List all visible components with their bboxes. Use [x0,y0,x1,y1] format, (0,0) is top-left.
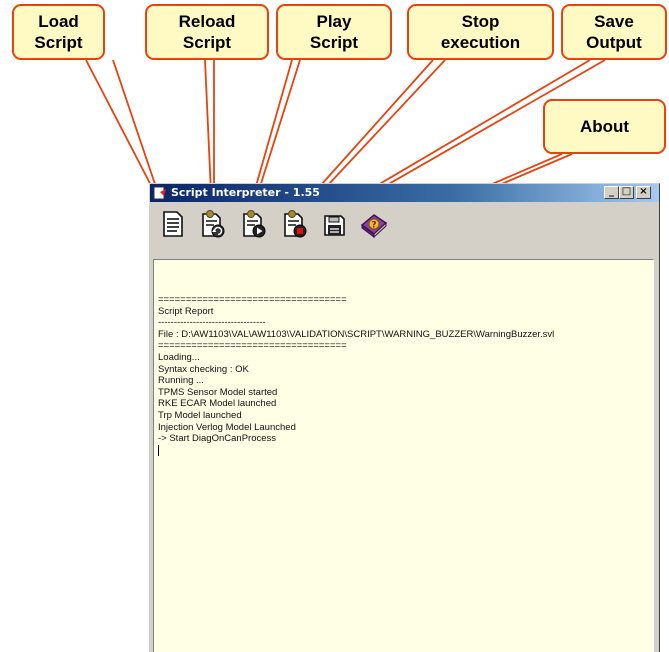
minimize-button[interactable]: _ [604,186,619,199]
callout-load-line2: Script [34,33,83,52]
text-caret [158,444,159,456]
document-play-icon [243,210,266,238]
stop-execution-button[interactable] [281,209,309,239]
document-icon [163,211,183,237]
output-line: Trp Model launched [158,409,242,421]
floppy-save-icon [324,215,345,236]
callout-play-line1: Play [316,12,352,31]
maximize-button[interactable]: □ [619,186,634,199]
callout-play-script: Play Script [276,4,392,60]
output-text-area[interactable]: ================================== Scrip… [153,259,654,652]
callout-save-output: Save Output [561,4,667,60]
callout-about: About [543,99,666,154]
output-line: Running ... [158,375,204,387]
play-script-button[interactable] [240,209,268,239]
window-title: Script Interpreter - 1.55 [171,186,320,199]
output-line: -> Start DiagOnCanProcess [158,433,277,445]
callout-reload-line1: Reload [178,12,236,31]
callout-reload-line2: Script [182,33,232,52]
output-line: Loading... [158,351,200,363]
about-button[interactable]: ? [360,209,388,239]
callout-stop-line1: Stop [461,12,500,31]
app-icon [153,186,166,200]
callout-load-line1: Load [38,12,79,31]
callout-save-line1: Save [594,12,634,31]
output-line: ================================== [158,340,347,352]
output-line: TPMS Sensor Model started [158,386,278,398]
output-line: File : D:\AW1103\VAL\AW1103\VALIDATION\S… [158,328,555,340]
title-bar[interactable]: Script Interpreter - 1.55 _ □ × [150,184,659,202]
document-reload-icon [202,210,225,238]
callout-save-line2: Output [586,33,642,52]
document-stop-icon [284,210,307,238]
toolbar: ? [152,204,657,244]
help-book-icon: ? [360,214,388,239]
callout-stop-line2: execution [440,33,521,52]
callout-stop-execution: Stop execution [407,4,554,60]
output-line: ---------------------------------- [158,317,266,329]
output-line: RKE ECAR Model launched [158,398,277,410]
svg-text:?: ? [371,221,376,231]
close-button[interactable]: × [636,186,651,199]
reload-script-button[interactable] [199,209,227,239]
output-line: Syntax checking : OK [158,363,249,375]
script-interpreter-window: Script Interpreter - 1.55 _ □ × ? ======… [149,183,660,652]
output-line: ================================== [158,294,347,305]
callout-load-script: Load Script [12,4,105,60]
callout-play-line2: Script [309,33,359,52]
load-script-button[interactable] [159,209,187,239]
output-line: Injection Verlog Model Launched [158,421,296,433]
callout-about-line1: About [579,117,630,136]
callout-reload-script: Reload Script [145,4,269,60]
output-line: Script Report [158,305,214,317]
save-output-button[interactable] [320,209,348,239]
